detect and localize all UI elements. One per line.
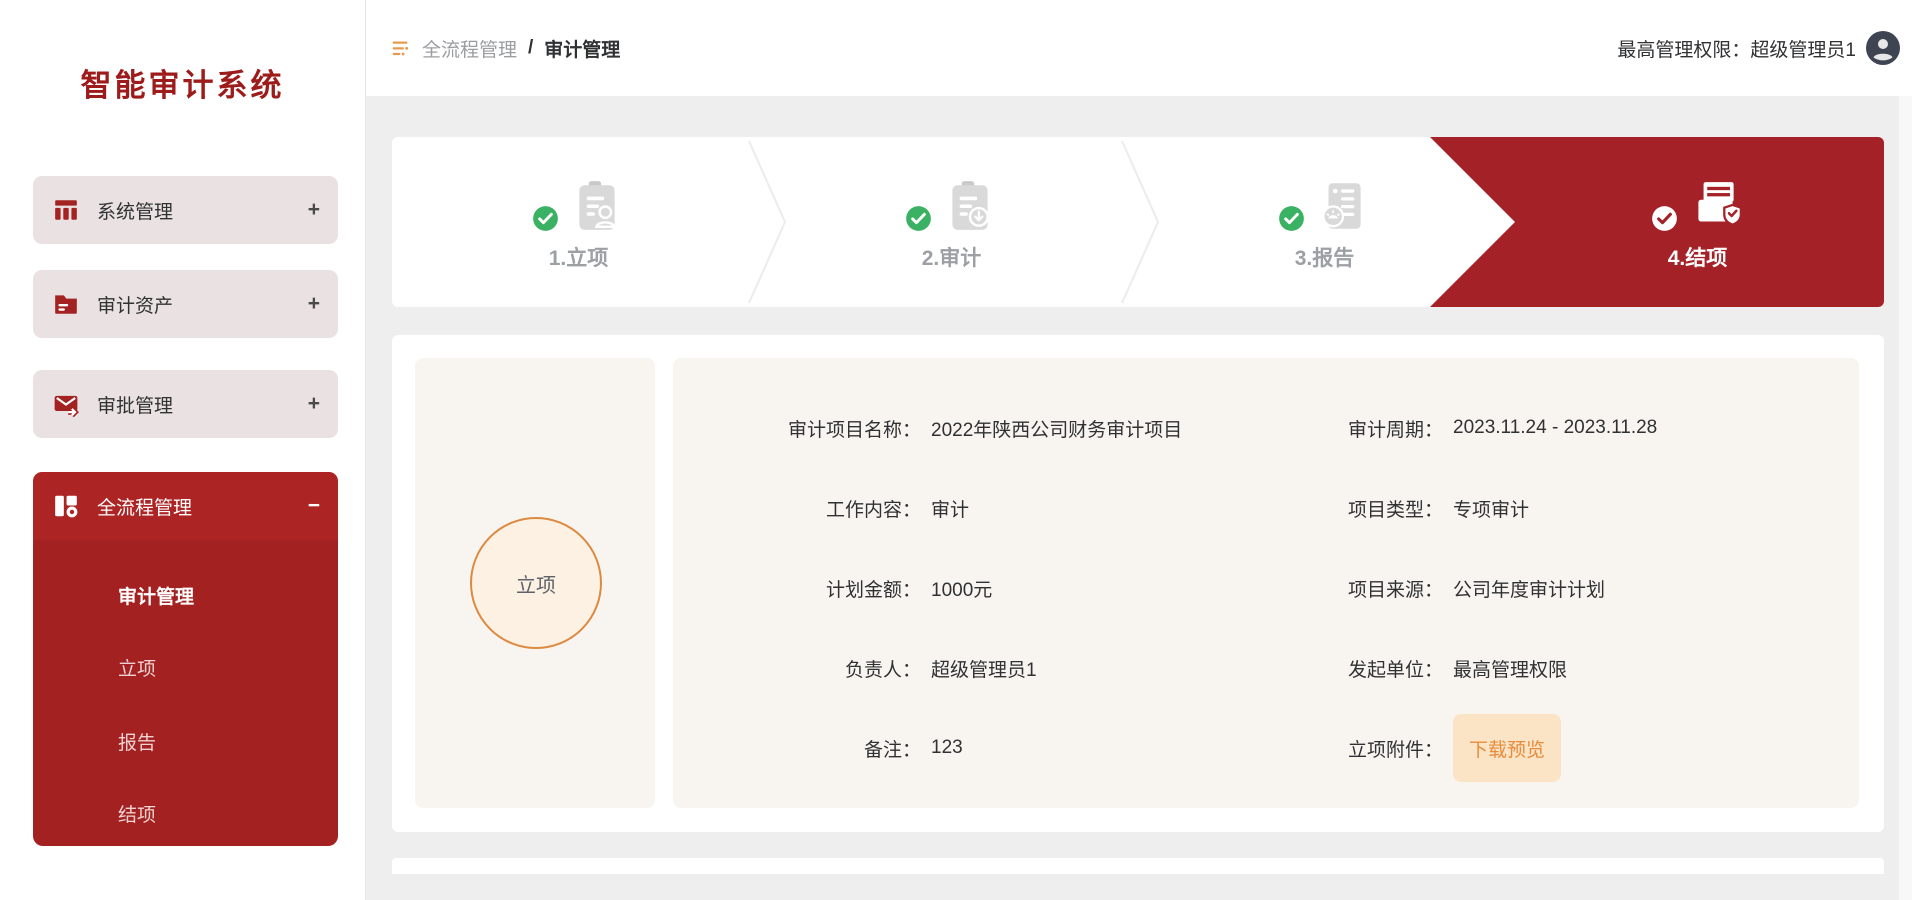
- field-value-project-source: 公司年度审计计划: [1453, 575, 1605, 602]
- step-2-audit[interactable]: 2.审计: [765, 137, 1138, 307]
- user-role-name: 最高管理权限：超级管理员1: [1617, 35, 1856, 62]
- expand-plus-icon[interactable]: +: [308, 198, 320, 222]
- breadcrumb: 全流程管理 / 审计管理: [390, 0, 620, 96]
- app-logo: 智能审计系统: [0, 60, 365, 105]
- project-detail-card: 立项 审计项目名称： 2022年陕西公司财务审计项目 审计周期： 2023.11…: [392, 335, 1884, 832]
- step-icon-group: [905, 161, 999, 235]
- avatar[interactable]: [1866, 31, 1900, 65]
- check-circle-icon: [532, 205, 559, 232]
- field-value-planned-amount: 1000元: [931, 575, 992, 602]
- stage-panel: 立项: [415, 358, 655, 808]
- process-stepper: 1.立项 2.审计: [392, 137, 1884, 307]
- breadcrumb-current: 审计管理: [544, 35, 620, 62]
- field-value-audit-period: 2023.11.24 - 2023.11.28: [1453, 417, 1657, 439]
- step-icon-group: [1278, 161, 1372, 235]
- step-icon-group: [532, 161, 626, 235]
- sidebar-item-label: 系统管理: [97, 197, 308, 224]
- field-row: 负责人： 超级管理员1 发起单位： 最高管理权限: [673, 628, 1859, 708]
- field-value-work-content: 审计: [931, 495, 969, 522]
- mail-forward-icon: [53, 391, 79, 417]
- scrollbar[interactable]: [1899, 96, 1912, 900]
- breadcrumb-root[interactable]: 全流程管理: [422, 35, 517, 62]
- submenu-item-project-initiation[interactable]: 立项: [118, 648, 156, 692]
- expand-plus-icon[interactable]: +: [308, 292, 320, 316]
- modules-icon: [53, 493, 79, 519]
- sidebar: 智能审计系统 系统管理 + 审计资产 + 审批管理 +: [0, 0, 366, 900]
- submenu-item-audit-management[interactable]: 审计管理: [118, 576, 194, 620]
- field-value-remarks: 123: [931, 737, 963, 759]
- check-circle-icon: [1651, 205, 1678, 232]
- step-label: 4.结项: [1668, 242, 1728, 272]
- steps-row: 1.立项 2.审计: [392, 137, 1884, 307]
- app-window: 智能审计系统 系统管理 + 审计资产 + 审批管理 +: [0, 0, 1912, 900]
- sidebar-item-full-process-management[interactable]: 全流程管理 −: [33, 472, 338, 540]
- main-area: 全流程管理 / 审计管理 最高管理权限：超级管理员1: [366, 0, 1912, 900]
- field-label-remarks: 备注：: [673, 735, 921, 762]
- step-4-closing[interactable]: 4.结项: [1511, 137, 1884, 307]
- field-row: 工作内容： 审计 项目类型： 专项审计: [673, 468, 1859, 548]
- table-grid-icon: [53, 197, 79, 223]
- sidebar-item-label: 审批管理: [97, 391, 308, 418]
- archive-shield-icon: [1687, 177, 1745, 235]
- field-label-attachment: 立项附件：: [1233, 735, 1443, 762]
- stage-badge: 立项: [470, 517, 602, 649]
- step-label: 3.报告: [1295, 242, 1355, 272]
- check-circle-icon: [1278, 205, 1305, 232]
- user-area: 最高管理权限：超级管理员1: [1617, 0, 1900, 96]
- step-1-initiation[interactable]: 1.立项: [392, 137, 765, 307]
- field-row: 计划金额： 1000元 项目来源： 公司年度审计计划: [673, 548, 1859, 628]
- field-label-work-content: 工作内容：: [673, 495, 921, 522]
- field-label-initiating-unit: 发起单位：: [1233, 655, 1443, 682]
- sidebar-item-system-management[interactable]: 系统管理 +: [33, 176, 338, 244]
- field-label-project-type: 项目类型：: [1233, 495, 1443, 522]
- field-value-person-in-charge: 超级管理员1: [931, 655, 1037, 682]
- sidebar-item-audit-assets[interactable]: 审计资产 +: [33, 270, 338, 338]
- step-3-report[interactable]: 3.报告: [1138, 137, 1511, 307]
- field-label-person-in-charge: 负责人：: [673, 655, 921, 682]
- sidebar-item-label: 全流程管理: [97, 493, 308, 520]
- sidebar-item-label: 审计资产: [97, 291, 308, 318]
- top-header: 全流程管理 / 审计管理 最高管理权限：超级管理员1: [366, 0, 1912, 96]
- step-label: 2.审计: [922, 242, 982, 272]
- sidebar-item-approval-management[interactable]: 审批管理 +: [33, 370, 338, 438]
- breadcrumb-separator: /: [528, 37, 533, 59]
- field-value-project-name: 2022年陕西公司财务审计项目: [931, 415, 1182, 442]
- field-label-audit-period: 审计周期：: [1233, 415, 1443, 442]
- report-gauge-icon: [1314, 177, 1372, 235]
- folder-icon: [53, 291, 79, 317]
- clipboard-person-icon: [568, 177, 626, 235]
- field-label-project-source: 项目来源：: [1233, 575, 1443, 602]
- expand-plus-icon[interactable]: +: [308, 392, 320, 416]
- clipboard-download-icon: [941, 177, 999, 235]
- fields-panel: 审计项目名称： 2022年陕西公司财务审计项目 审计周期： 2023.11.24…: [673, 358, 1859, 808]
- submenu-item-closing[interactable]: 结项: [118, 794, 156, 838]
- step-label: 1.立项: [549, 242, 609, 272]
- sidebar-submenu: 审计管理 立项 报告 结项: [33, 540, 338, 846]
- submenu-item-report[interactable]: 报告: [118, 722, 156, 766]
- download-preview-button[interactable]: 下载预览: [1453, 714, 1561, 782]
- field-row: 备注： 123 立项附件： 下载预览: [673, 708, 1859, 788]
- field-label-project-name: 审计项目名称：: [673, 415, 921, 442]
- step-icon-group: [1651, 161, 1745, 235]
- field-value-project-type: 专项审计: [1453, 495, 1529, 522]
- next-section-card-edge: [392, 858, 1884, 874]
- menu-list-icon[interactable]: [390, 38, 411, 59]
- field-value-initiating-unit: 最高管理权限: [1453, 655, 1567, 682]
- collapse-minus-icon[interactable]: −: [308, 494, 320, 518]
- field-row: 审计项目名称： 2022年陕西公司财务审计项目 审计周期： 2023.11.24…: [673, 388, 1859, 468]
- check-circle-icon: [905, 205, 932, 232]
- field-label-planned-amount: 计划金额：: [673, 575, 921, 602]
